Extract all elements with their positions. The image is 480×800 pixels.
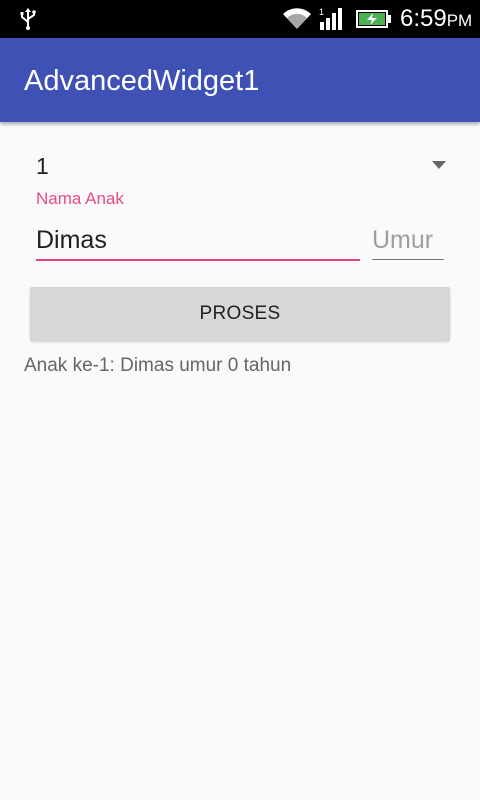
wifi-icon — [283, 8, 311, 29]
proses-button[interactable]: PROSES — [30, 287, 450, 341]
child-number-spinner[interactable]: 1 — [36, 146, 450, 186]
spinner-value: 1 — [36, 153, 49, 179]
signal-icon: 1 — [319, 7, 342, 30]
battery-charging-icon — [356, 10, 391, 28]
status-time: 6:59PM — [400, 6, 472, 32]
dropdown-arrow-icon — [432, 161, 446, 169]
status-clock: 6:59 — [400, 5, 447, 32]
umur-input[interactable] — [372, 220, 444, 260]
app-bar: AdvancedWidget1 — [0, 38, 480, 122]
usb-icon — [20, 8, 36, 30]
nama-anak-label: Nama Anak — [36, 189, 124, 208]
nama-anak-underline — [36, 259, 360, 261]
status-ampm: PM — [446, 11, 473, 30]
status-bar: 1 6:59PM — [0, 0, 480, 38]
result-text: Anak ke-1: Dimas umur 0 tahun — [24, 355, 292, 376]
nama-anak-input[interactable] — [36, 220, 360, 260]
signal-number-label: 1 — [319, 7, 324, 17]
umur-underline — [372, 259, 444, 260]
app-title: AdvancedWidget1 — [24, 65, 260, 97]
